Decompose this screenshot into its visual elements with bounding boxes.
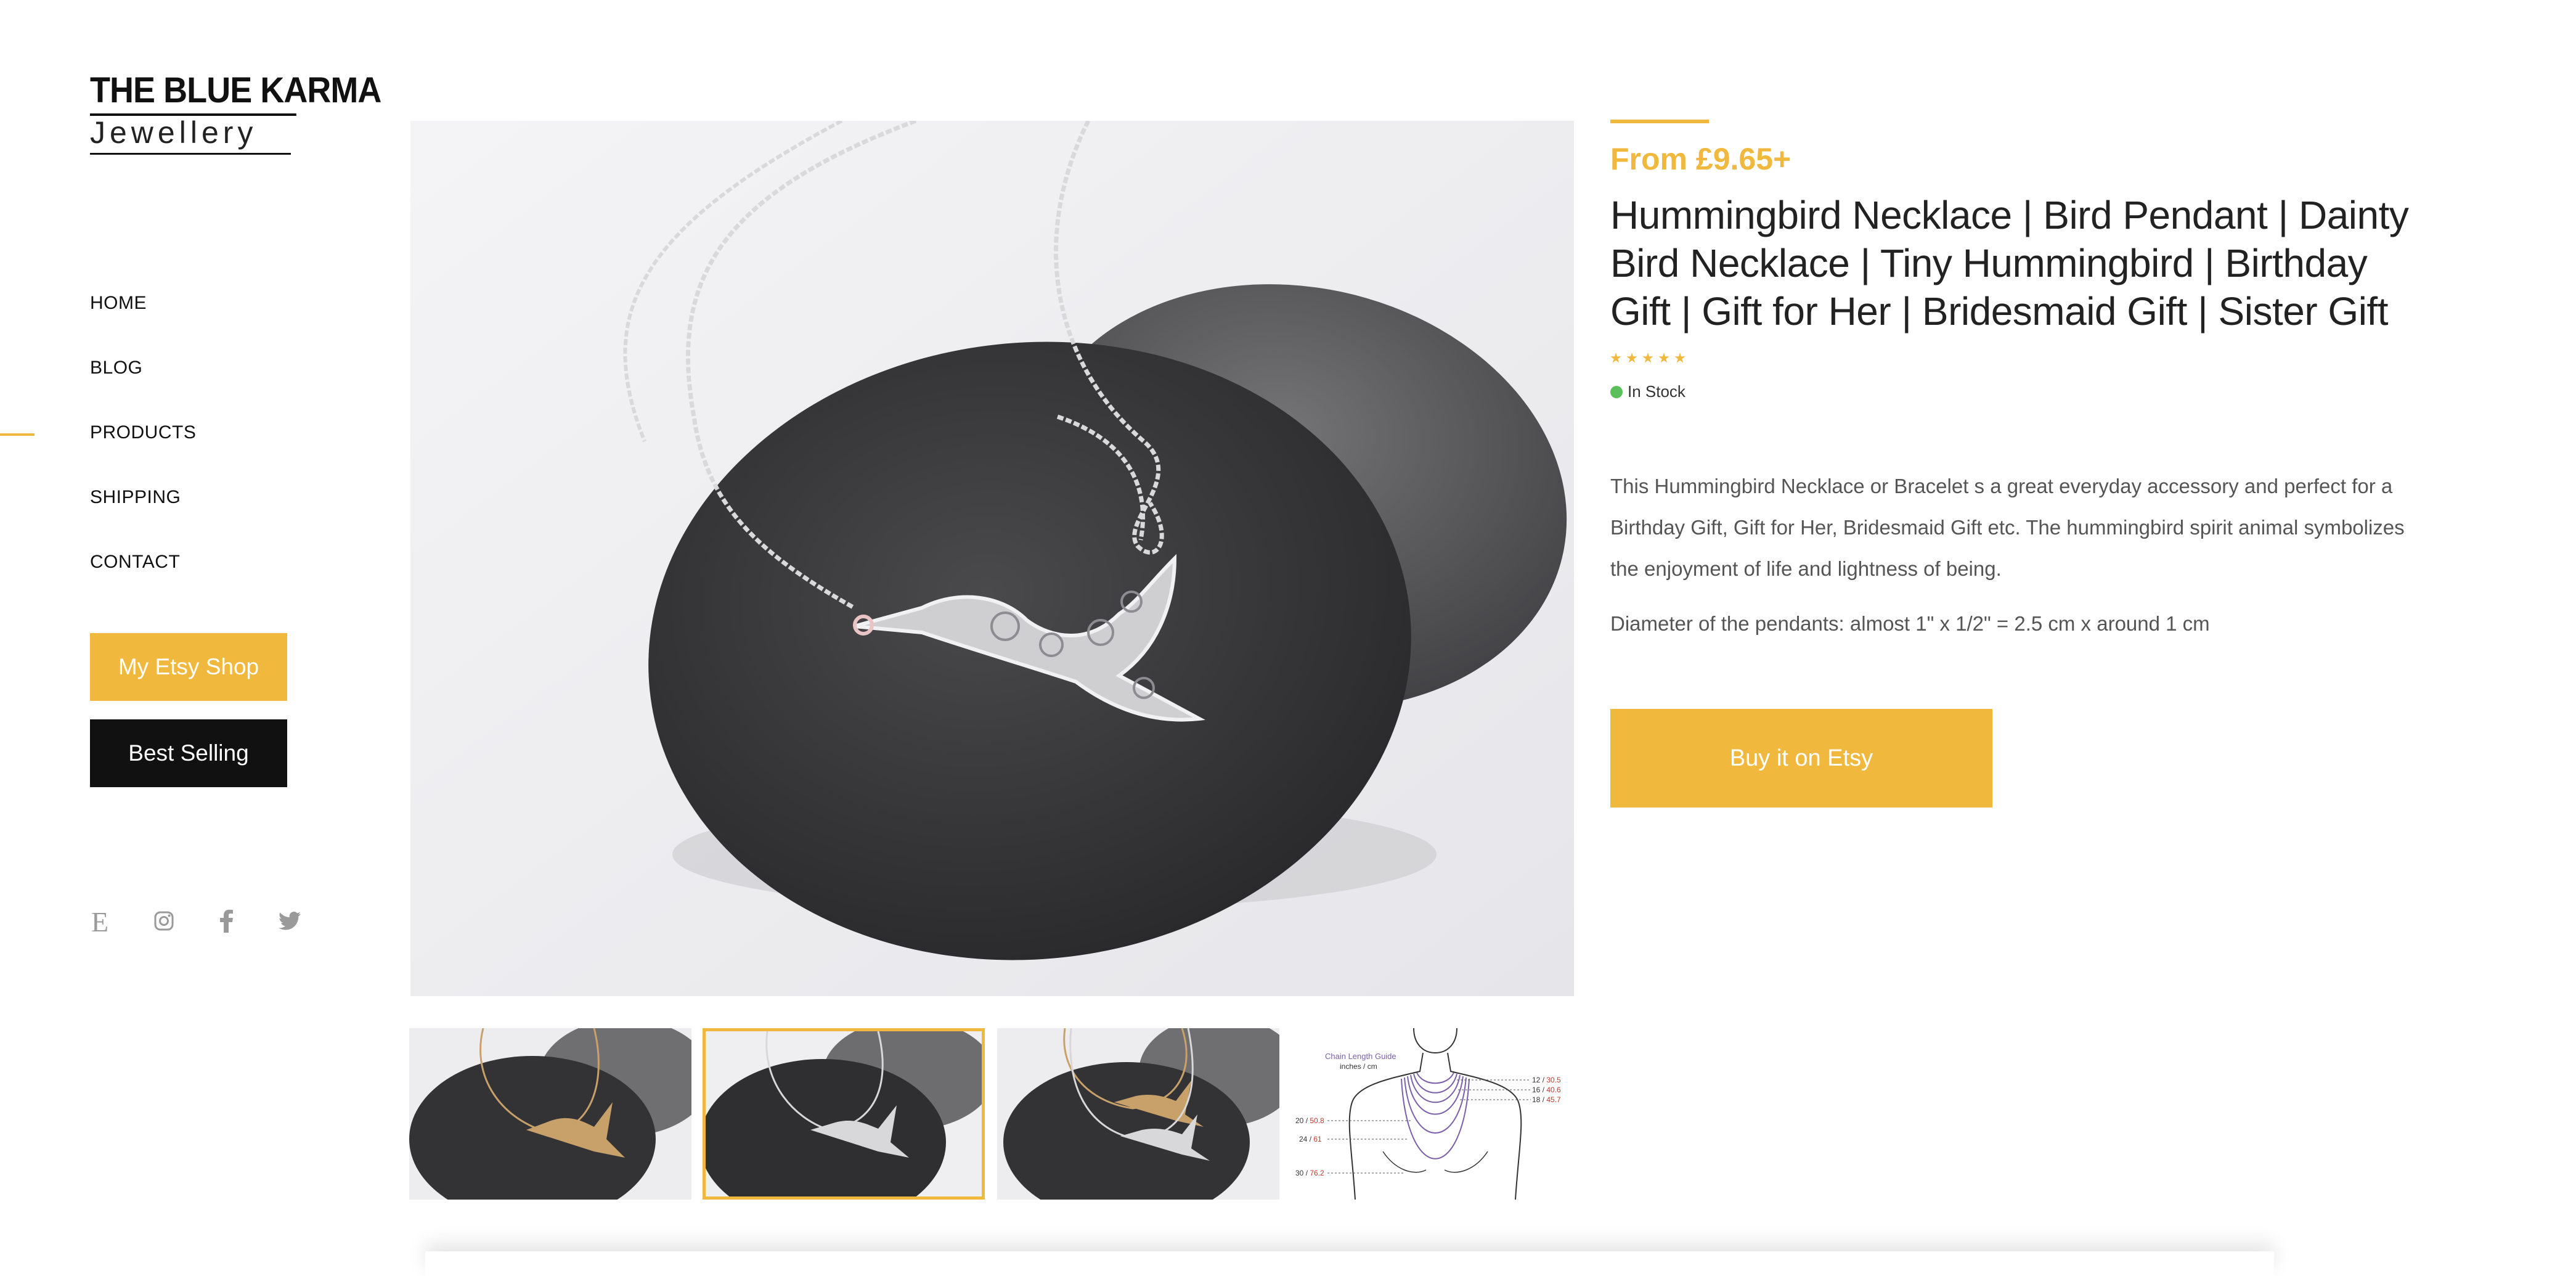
- accent-line: [1610, 120, 1709, 123]
- thumbnail-two-necklaces[interactable]: [997, 1028, 1279, 1200]
- product-diameter: Diameter of the pendants: almost 1" x 1/…: [1610, 612, 2210, 635]
- twitter-icon[interactable]: [275, 906, 304, 936]
- product-main-image[interactable]: [410, 121, 1574, 996]
- section-divider-shadow: [425, 1251, 2274, 1276]
- chain-mark-right: 12 / 30.5: [1532, 1076, 1561, 1084]
- star-icon: [1642, 353, 1653, 363]
- nav-item-shipping[interactable]: SHIPPING: [90, 484, 196, 549]
- product-price: From £9.65+: [1610, 142, 1791, 176]
- stock-label: In Stock: [1628, 382, 1685, 401]
- product-description: This Hummingbird Necklace or Bracelet s …: [1610, 475, 2405, 580]
- nav-item-blog[interactable]: BLOG: [90, 354, 196, 419]
- thumbnail-silver-necklace[interactable]: [703, 1028, 985, 1200]
- my-etsy-shop-button[interactable]: My Etsy Shop: [90, 633, 287, 701]
- chain-mark-left: 30 / 76.2: [1295, 1169, 1324, 1177]
- chain-guide-title: Chain Length Guide: [1325, 1052, 1396, 1061]
- brand-name: THE BLUE KARMA: [90, 73, 381, 116]
- chain-mark-right: 18 / 45.7: [1532, 1095, 1561, 1104]
- instagram-icon[interactable]: [149, 906, 179, 936]
- svg-text:E: E: [91, 907, 108, 935]
- nav-item-home[interactable]: HOME: [90, 290, 196, 354]
- star-icon: [1658, 353, 1669, 363]
- chain-mark-left: 20 / 50.8: [1295, 1116, 1324, 1125]
- brand-subtitle: Jewellery: [90, 116, 291, 155]
- star-icon: [1610, 353, 1621, 363]
- thumbnail-chain-length-guide[interactable]: Chain Length Guide inches / cm 12 / 30.5…: [1290, 1028, 1573, 1200]
- main-nav: HOME BLOG PRODUCTS SHIPPING CONTACT: [90, 290, 196, 613]
- star-icon: [1674, 353, 1685, 363]
- etsy-icon[interactable]: E: [86, 906, 116, 936]
- chain-guide-subtitle: inches / cm: [1340, 1062, 1377, 1071]
- rating-stars: [1610, 353, 2430, 364]
- chain-mark-right: 16 / 40.6: [1532, 1086, 1561, 1094]
- best-selling-button[interactable]: Best Selling: [90, 719, 287, 787]
- chain-mark-left: 24 / 61: [1299, 1135, 1322, 1143]
- star-icon: [1626, 353, 1637, 363]
- in-stock-dot-icon: [1610, 385, 1623, 398]
- nav-item-products[interactable]: PRODUCTS: [90, 419, 196, 484]
- thumbnail-gold-necklace[interactable]: [409, 1028, 691, 1200]
- brand-logo[interactable]: THE BLUE KARMA Jewellery: [90, 73, 381, 155]
- facebook-icon[interactable]: [212, 906, 242, 936]
- product-info: From £9.65+ Hummingbird Necklace | Bird …: [1610, 120, 2430, 808]
- nav-active-indicator: [0, 433, 35, 436]
- nav-item-contact[interactable]: CONTACT: [90, 549, 196, 613]
- stock-status: In Stock: [1610, 382, 2430, 401]
- product-title: Hummingbird Necklace | Bird Pendant | Da…: [1610, 193, 2409, 333]
- buy-on-etsy-button[interactable]: Buy it on Etsy: [1610, 709, 1992, 808]
